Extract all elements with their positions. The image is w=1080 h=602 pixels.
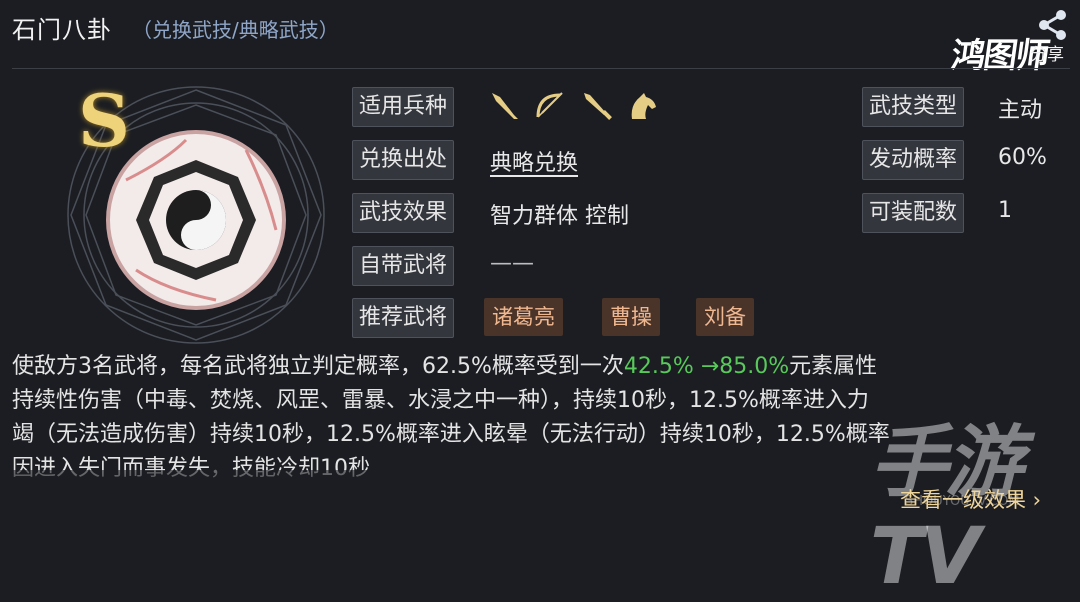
trigger-chance-label: 发动概率	[862, 140, 965, 180]
general-tag-caocao[interactable]: 曹操	[602, 298, 660, 336]
native-general-label: 自带武将	[352, 246, 455, 286]
description-line-1: 使敌方3名武将，每名武将独立判定概率，62.5%概率受到一次42.5% →85.…	[12, 350, 1068, 384]
grade-badge: S	[78, 78, 130, 163]
view-level-one-effect-button[interactable]: 查看一级效果 ›	[900, 484, 1041, 514]
recommend-general-label: 推荐武将	[352, 298, 455, 338]
equip-count-label: 可装配数	[862, 193, 965, 233]
skill-type-value: 主动	[998, 98, 1043, 123]
effect-label: 武技效果	[352, 193, 455, 233]
general-tag-liubei[interactable]: 刘备	[696, 298, 754, 336]
effect-value: 智力群体 控制	[490, 204, 629, 229]
skill-type-label: 武技类型	[862, 87, 965, 127]
description-text: 使敌方3名武将，每名武将独立判定概率，62.5%概率受到一次	[12, 354, 624, 379]
header-divider	[12, 68, 1070, 69]
description-text: 元素属性	[789, 354, 878, 379]
skill-title: 石门八卦	[12, 16, 112, 44]
native-general-value: ——	[490, 251, 534, 276]
equip-count-value: 1	[998, 198, 1012, 223]
bow-icon	[536, 92, 563, 118]
source-label: 兑换出处	[352, 140, 455, 180]
sword-icon	[584, 93, 612, 120]
source-link[interactable]: 典略兑换	[490, 145, 578, 177]
general-tag-zhugeliang[interactable]: 诸葛亮	[484, 298, 563, 336]
unit-type-label: 适用兵种	[352, 87, 455, 127]
horse-icon	[631, 93, 656, 119]
spear-icon	[492, 93, 518, 119]
trigger-chance-value: 60%	[998, 145, 1047, 170]
skill-subtitle: （兑换武技/典略武技）	[132, 18, 339, 42]
upgrade-highlight: 42.5% →85.0%	[623, 354, 790, 379]
share-label[interactable]: 分享	[1030, 40, 1064, 65]
share-icon[interactable]	[1036, 8, 1070, 42]
header: 石门八卦 （兑换武技/典略武技） 鸿图师 分享	[0, 0, 1080, 76]
